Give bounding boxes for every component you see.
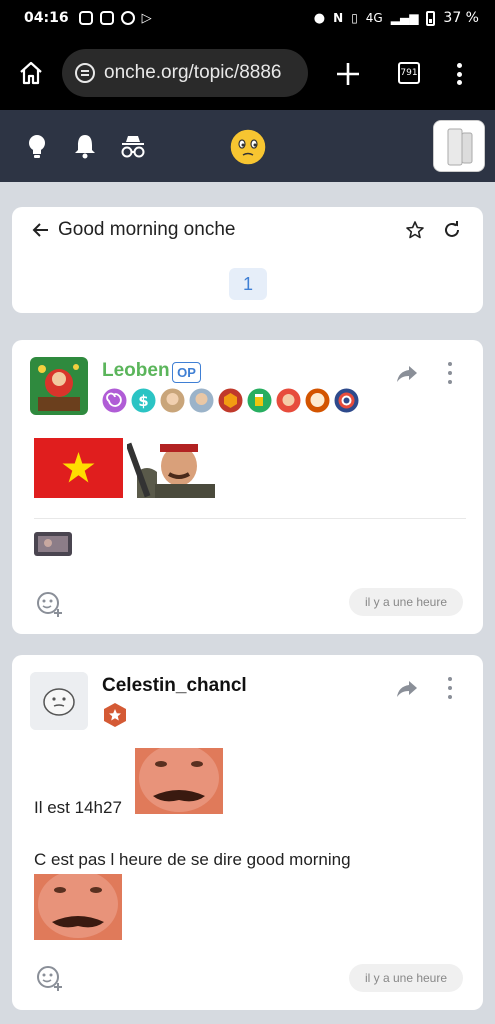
avatar[interactable] — [30, 672, 88, 730]
face-badge-icon — [276, 388, 301, 413]
post-divider — [34, 518, 466, 519]
address-bar[interactable]: onche.org/topic/8886 — [62, 49, 308, 97]
bell-icon[interactable] — [71, 132, 99, 160]
face-badge-icon — [160, 388, 185, 413]
svg-text:$: $ — [138, 392, 148, 410]
refresh-icon[interactable] — [442, 220, 462, 240]
face-badge-icon — [305, 388, 330, 413]
post-card: Celestin_chancl Il est 14h27 C est pas l… — [12, 655, 483, 1010]
browser-toolbar: onche.org/topic/8886 791 — [0, 36, 495, 110]
nfc-icon: N — [333, 11, 344, 25]
signal-icon: ▂▄▆ — [390, 11, 419, 25]
post-author[interactable]: Celestin_chancl — [102, 675, 247, 697]
alarm-icon: ● — [313, 10, 326, 26]
status-bar: 04:16 ▷ ● N ▯ 4G ▂▄▆ 37 % — [0, 0, 495, 36]
post-text-line: C est pas l heure de se dire good mornin… — [34, 850, 351, 869]
home-icon — [20, 61, 42, 85]
incognito-icon[interactable] — [118, 132, 148, 160]
more-options-icon[interactable] — [446, 677, 454, 699]
play-store-icon: ▷ — [141, 10, 152, 25]
tab-switcher-button[interactable]: 791 — [398, 62, 420, 84]
site-info-icon[interactable] — [74, 62, 96, 84]
battery-icon — [426, 10, 436, 26]
risitas-sticker — [127, 432, 215, 498]
more-options-icon[interactable] — [446, 362, 454, 384]
risitas-face-sticker — [34, 874, 122, 940]
share-icon[interactable] — [396, 679, 418, 699]
post-timestamp[interactable]: il y a une heure — [349, 588, 463, 616]
topic-title: Good morning onche — [58, 219, 236, 240]
badge-list: $ — [102, 388, 359, 413]
network-type: 4G — [365, 11, 383, 25]
status-time: 04:16 — [24, 10, 69, 26]
dollar-badge-icon: $ — [131, 388, 156, 413]
star-icon[interactable] — [405, 220, 425, 240]
post-card: Leoben OP $ il y a une heure — [12, 340, 483, 634]
topic-header-card: Good morning onche 1 — [12, 207, 483, 313]
post-timestamp[interactable]: il y a une heure — [349, 964, 463, 992]
vibrate-icon: ▯ — [351, 11, 358, 25]
hexagon-badge-icon — [218, 388, 243, 413]
beer-badge-icon — [247, 388, 272, 413]
instagram-icon — [78, 11, 93, 25]
face-badge-icon — [189, 388, 214, 413]
database-icon — [120, 11, 135, 25]
avatar[interactable] — [30, 357, 88, 415]
user-avatar[interactable] — [433, 120, 485, 172]
back-arrow-icon[interactable] — [32, 221, 50, 239]
signature-image — [34, 532, 72, 556]
add-reaction-icon[interactable] — [36, 964, 64, 992]
vietnam-flag-sticker — [34, 438, 123, 498]
rank-badge-icon — [104, 703, 126, 727]
op-badge: OP — [172, 362, 201, 383]
page-button-1[interactable]: 1 — [229, 268, 267, 300]
home-button[interactable] — [16, 58, 46, 88]
post-author[interactable]: Leoben — [102, 360, 170, 382]
url-text: onche.org/topic/8886 — [104, 62, 282, 83]
spiral-badge-icon — [102, 388, 127, 413]
new-tab-button[interactable] — [334, 60, 362, 88]
lightbulb-icon[interactable] — [23, 132, 51, 160]
shield-badge-icon — [334, 388, 359, 413]
share-icon[interactable] — [396, 364, 418, 384]
instagram-icon — [99, 11, 114, 25]
browser-menu-button[interactable] — [452, 60, 466, 88]
risitas-face-sticker — [135, 748, 223, 814]
post-text-line: Il est 14h27 — [34, 798, 122, 817]
battery-percent: 37 % — [443, 10, 479, 26]
onche-logo-icon[interactable] — [228, 127, 268, 167]
add-reaction-icon[interactable] — [36, 590, 64, 618]
